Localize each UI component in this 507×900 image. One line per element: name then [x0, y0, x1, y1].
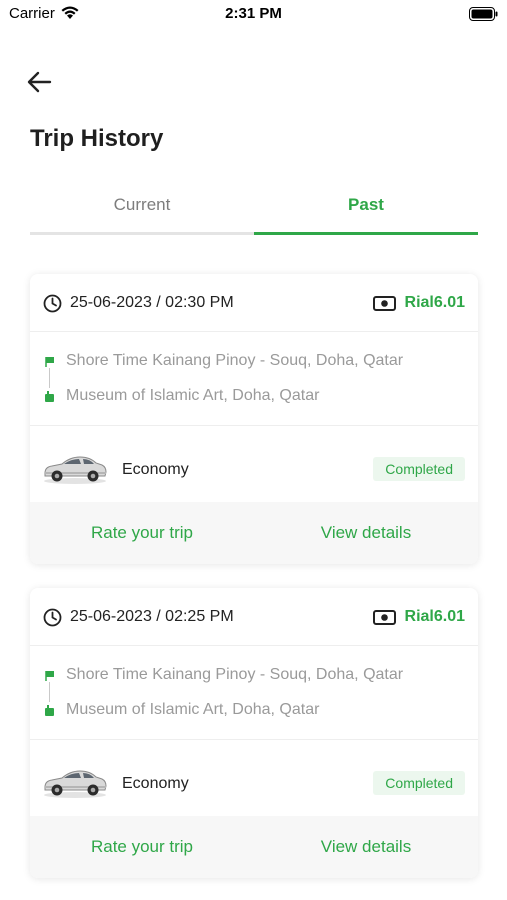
- car-icon: [42, 765, 108, 804]
- trip-fare: Rial6.01: [404, 608, 465, 625]
- trip-tabs: Current Past: [30, 190, 478, 238]
- pickup-flag-icon: [44, 355, 56, 373]
- back-button[interactable]: [26, 68, 56, 96]
- cash-icon: [373, 610, 396, 630]
- status-badge: Completed: [373, 457, 465, 481]
- rate-trip-button[interactable]: Rate your trip: [30, 816, 254, 878]
- back-arrow-icon: [27, 71, 52, 93]
- dropoff-marker-icon: [44, 390, 56, 408]
- route-connector: [49, 682, 50, 702]
- tab-past[interactable]: Past: [254, 190, 478, 235]
- trip-route: Shore Time Kainang Pinoy - Souq, Doha, Q…: [30, 332, 478, 426]
- trip-datetime: 25-06-2023 / 02:25 PM: [70, 608, 234, 625]
- pickup-flag-icon: [44, 669, 56, 687]
- status-time: 2:31 PM: [225, 5, 282, 22]
- dropoff-address: Museum of Islamic Art, Doha, Qatar: [66, 701, 320, 718]
- trip-card-header: 25-06-2023 / 02:25 PM Rial6.01: [30, 588, 478, 646]
- pickup-address: Shore Time Kainang Pinoy - Souq, Doha, Q…: [66, 352, 404, 369]
- clock-icon: [43, 294, 62, 318]
- view-details-button[interactable]: View details: [254, 816, 478, 878]
- rate-trip-button[interactable]: Rate your trip: [30, 502, 254, 564]
- trip-route: Shore Time Kainang Pinoy - Souq, Doha, Q…: [30, 646, 478, 740]
- trip-datetime: 25-06-2023 / 02:30 PM: [70, 294, 234, 311]
- status-bar: Carrier 2:31 PM: [0, 0, 507, 30]
- tab-current[interactable]: Current: [30, 190, 254, 235]
- pickup-address: Shore Time Kainang Pinoy - Souq, Doha, Q…: [66, 666, 404, 683]
- vehicle-row: Economy Completed: [30, 426, 478, 502]
- vehicle-type: Economy: [122, 775, 189, 792]
- trip-card-actions: Rate your trip View details: [30, 502, 478, 564]
- cash-icon: [373, 296, 396, 316]
- page-title: Trip History: [30, 125, 164, 152]
- battery-icon: [469, 7, 498, 25]
- trip-card: 25-06-2023 / 02:25 PM Rial6.01 Shore Tim…: [30, 588, 478, 878]
- vehicle-row: Economy Completed: [30, 740, 478, 816]
- car-icon: [42, 451, 108, 490]
- trip-card-actions: Rate your trip View details: [30, 816, 478, 878]
- dropoff-address: Museum of Islamic Art, Doha, Qatar: [66, 387, 320, 404]
- status-badge: Completed: [373, 771, 465, 795]
- trip-card-header: 25-06-2023 / 02:30 PM Rial6.01: [30, 274, 478, 332]
- view-details-button[interactable]: View details: [254, 502, 478, 564]
- trip-card: 25-06-2023 / 02:30 PM Rial6.01 Shore Tim…: [30, 274, 478, 564]
- vehicle-type: Economy: [122, 461, 189, 478]
- dropoff-marker-icon: [44, 704, 56, 722]
- route-connector: [49, 368, 50, 388]
- trip-fare: Rial6.01: [404, 294, 465, 311]
- clock-icon: [43, 608, 62, 632]
